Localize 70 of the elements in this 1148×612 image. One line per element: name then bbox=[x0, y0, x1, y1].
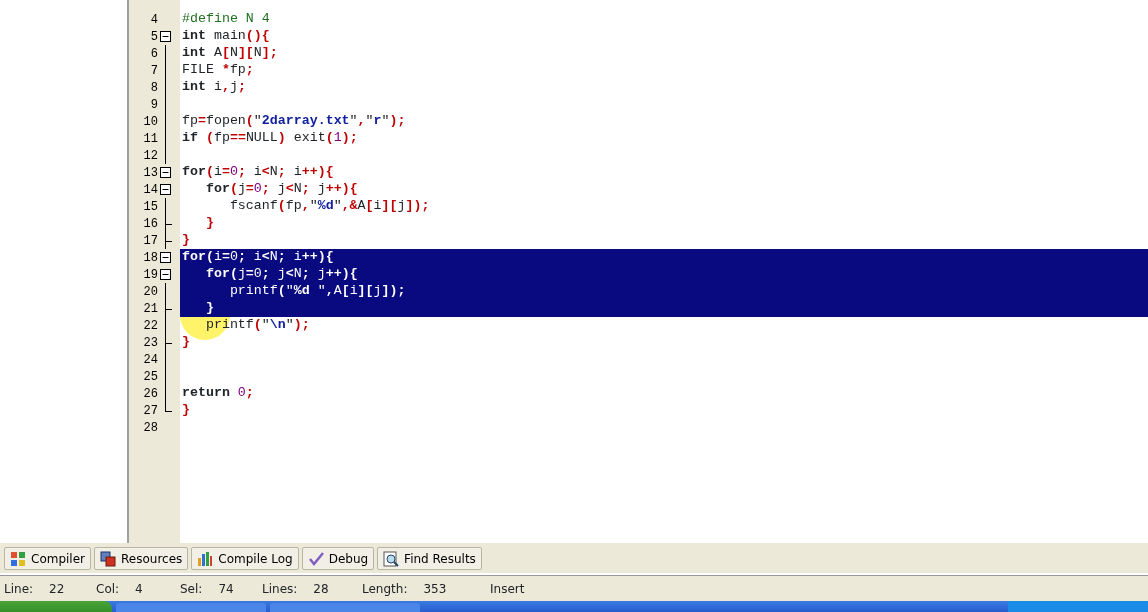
code-line: for(i=0; i<N; i++){ bbox=[181, 164, 335, 181]
grid-icon bbox=[10, 550, 26, 567]
status-value: Insert bbox=[490, 581, 525, 598]
status-value: 74 bbox=[218, 581, 234, 598]
line-number: 9 bbox=[149, 97, 158, 112]
status-label: Lines: bbox=[262, 581, 298, 598]
status-value: 22 bbox=[49, 581, 65, 598]
line-number: 20 bbox=[142, 284, 158, 299]
status-label: Col: bbox=[96, 581, 120, 598]
code-line: int A[N][N]; bbox=[181, 45, 279, 62]
code-line: FILE *fp; bbox=[181, 62, 255, 79]
line-number: 5 bbox=[149, 29, 158, 44]
code-line: fscanf(fp,"%d",&A[i][j]); bbox=[228, 198, 431, 215]
code-line: fp=fopen("2darray.txt","r"); bbox=[181, 113, 407, 130]
fold-line bbox=[165, 198, 166, 215]
layers-icon bbox=[100, 550, 116, 567]
status-label: Length: bbox=[362, 581, 408, 598]
panel-tab[interactable]: Compiler bbox=[4, 547, 91, 570]
line-number: 22 bbox=[142, 318, 158, 333]
line-number: 10 bbox=[142, 114, 158, 129]
status-value: 353 bbox=[423, 581, 447, 598]
line-number: 15 bbox=[142, 199, 158, 214]
line-number: 14 bbox=[142, 182, 158, 197]
fold-line bbox=[165, 317, 166, 334]
code-line: } bbox=[181, 232, 191, 249]
line-number: 23 bbox=[142, 335, 158, 350]
panel-tab[interactable]: Resources bbox=[94, 547, 189, 570]
code-line: if (fp==NULL) exit(1); bbox=[181, 130, 359, 147]
line-number: 8 bbox=[149, 80, 158, 95]
status-value: 4 bbox=[135, 581, 143, 598]
line-number: 27 bbox=[142, 403, 158, 418]
code-line: #define N 4 bbox=[181, 11, 271, 28]
checkmark-icon bbox=[307, 550, 324, 567]
magnifier-icon bbox=[383, 550, 400, 567]
code-line: for(j=0; j<N; j++){ bbox=[204, 181, 359, 198]
code-line: int i,j; bbox=[181, 79, 247, 96]
collapse-toggle[interactable] bbox=[160, 252, 171, 263]
status-value: 28 bbox=[313, 581, 329, 598]
code-line: } bbox=[181, 402, 191, 419]
line-number: 12 bbox=[142, 148, 158, 163]
line-number: 21 bbox=[142, 301, 158, 316]
code-line: return 0; bbox=[181, 385, 255, 402]
line-number: 17 bbox=[142, 233, 158, 248]
line-number: 26 bbox=[142, 386, 158, 401]
panel-tab[interactable]: Compile Log bbox=[191, 547, 299, 570]
start-button[interactable] bbox=[0, 601, 112, 612]
status-label: Line: bbox=[4, 581, 34, 598]
panel-tab[interactable]: Debug bbox=[301, 547, 375, 570]
status-label: Sel: bbox=[180, 581, 203, 598]
line-number: 25 bbox=[142, 369, 158, 384]
line-number: 28 bbox=[142, 420, 158, 435]
collapse-toggle[interactable] bbox=[160, 167, 171, 178]
line-number: 4 bbox=[149, 12, 158, 27]
line-number: 13 bbox=[142, 165, 158, 180]
panel-tab[interactable]: Find Results bbox=[377, 547, 482, 570]
line-number: 24 bbox=[142, 352, 158, 367]
line-number: 16 bbox=[142, 216, 158, 231]
bar-chart-icon bbox=[197, 550, 214, 567]
line-number: 18 bbox=[142, 250, 158, 265]
fold-line bbox=[165, 283, 166, 300]
line-number: 6 bbox=[149, 46, 158, 61]
code-line: } bbox=[204, 215, 215, 232]
line-number: 19 bbox=[142, 267, 158, 282]
code-line: int main(){ bbox=[181, 28, 271, 45]
collapse-toggle[interactable] bbox=[160, 31, 171, 42]
line-number: 11 bbox=[142, 131, 158, 146]
code-line: } bbox=[181, 334, 191, 351]
collapse-toggle[interactable] bbox=[160, 269, 171, 280]
line-number: 7 bbox=[149, 63, 158, 78]
collapse-toggle[interactable] bbox=[160, 184, 171, 195]
